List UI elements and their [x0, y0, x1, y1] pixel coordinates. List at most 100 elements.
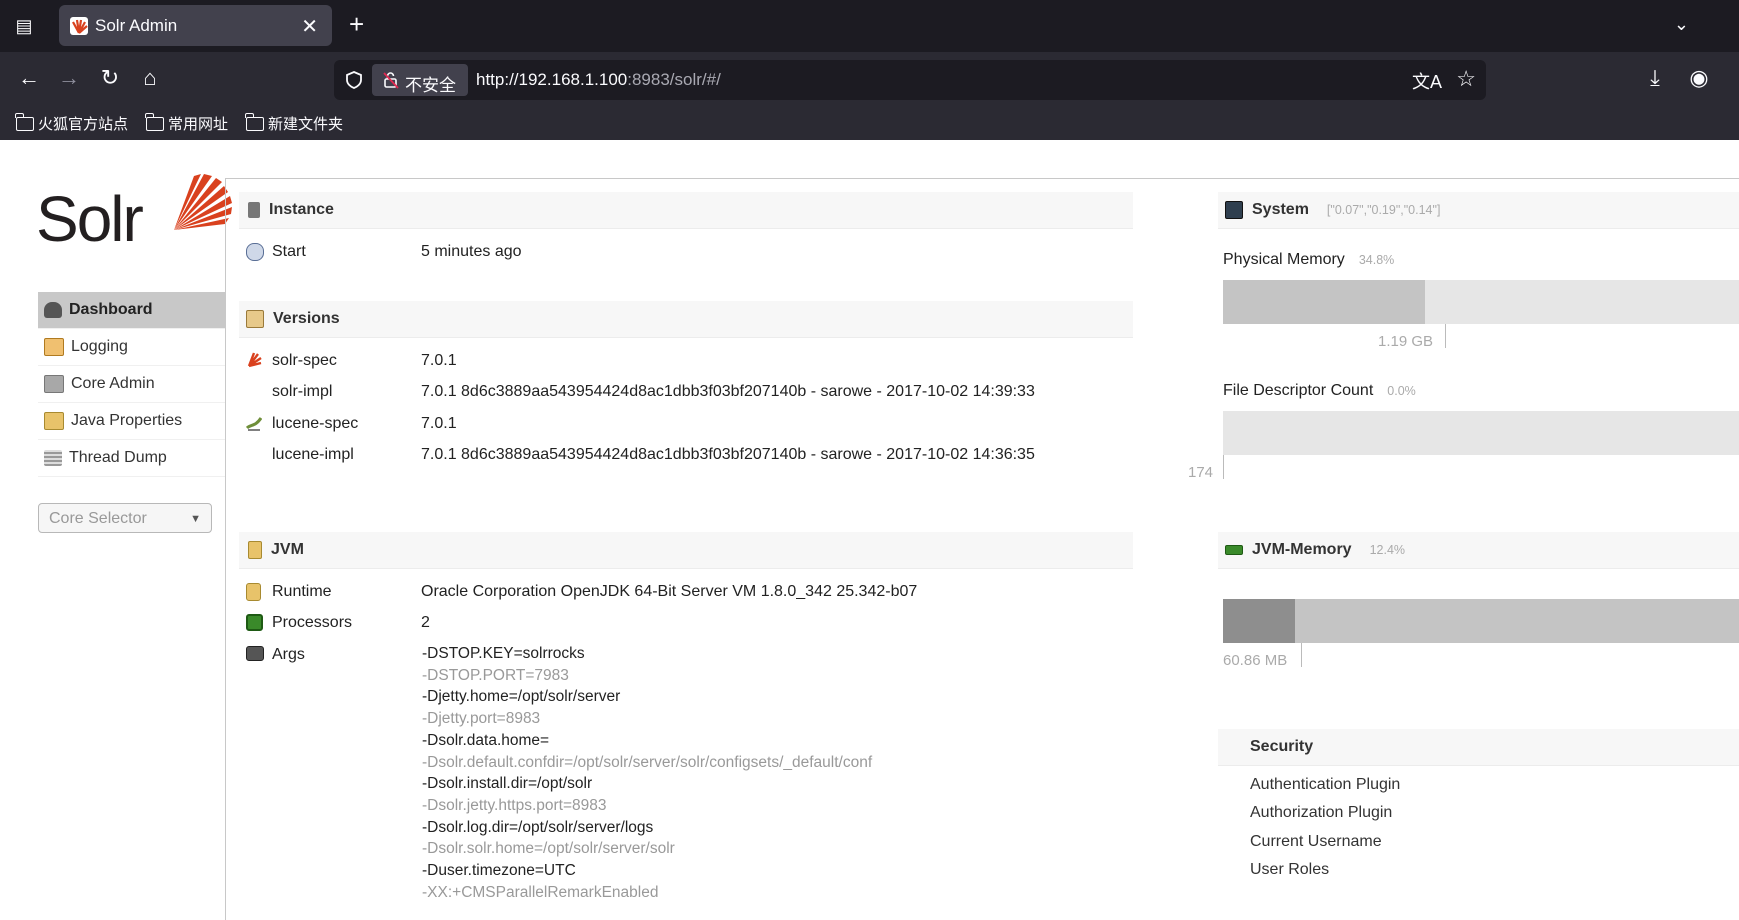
connection-not-secure-button[interactable]: 不安全 [372, 64, 468, 96]
jvm-arg: -Djetty.home=/opt/solr/server [422, 688, 621, 706]
reload-icon[interactable]: ↻ [97, 66, 123, 90]
dashboard-icon [44, 302, 62, 318]
version-value: 7.0.1 8d6c3889aa543954424d8ac1dbb3f03bf2… [421, 446, 1035, 463]
system-monitor-icon [1225, 201, 1243, 219]
jvm-arg: -Dsolr.default.confdir=/opt/solr/server/… [422, 753, 873, 771]
menu-item-logging[interactable]: Logging [38, 329, 226, 366]
section-title: JVM-Memory [1252, 541, 1352, 558]
menu-item-label: Java Properties [71, 412, 183, 429]
physical-memory-bar [1223, 280, 1739, 324]
versions-section-header: Versions [239, 301, 1133, 338]
jvm-arg: -Dsolr.log.dir=/opt/solr/server/logs [422, 818, 654, 836]
menu-item-core-admin[interactable]: Core Admin [38, 366, 226, 403]
menu-item-dashboard[interactable]: Dashboard [38, 292, 226, 329]
close-tab-icon[interactable]: ✕ [301, 14, 318, 39]
forward-icon[interactable]: → [56, 66, 82, 90]
java-properties-icon [44, 412, 64, 430]
runtime-value: Oracle Corporation OpenJDK 64-Bit Server… [421, 583, 918, 600]
folder-icon [245, 112, 264, 131]
menu-item-thread-dump[interactable]: Thread Dump [38, 440, 226, 477]
jvm-arg: -Dsolr.data.home= [422, 731, 550, 749]
version-key: solr-spec [272, 352, 337, 369]
home-icon[interactable]: ⌂ [137, 66, 163, 90]
folder-icon [15, 112, 34, 131]
jvm-arg: -Dsolr.install.dir=/opt/solr [422, 775, 593, 793]
jvm-memory-percent: 12.4% [1369, 543, 1406, 557]
versions-icon [246, 310, 264, 328]
bookmark-folder-common[interactable]: 常用网址 [145, 112, 229, 134]
security-item: User Roles [1250, 861, 1330, 878]
args-label: Args [272, 646, 305, 663]
url-text[interactable]: http://192.168.1.100:8983/solr/#/ [476, 70, 721, 90]
bookmark-label: 火狐官方站点 [38, 116, 129, 133]
firefox-view-icon[interactable]: ▤ [14, 16, 34, 36]
version-value: 7.0.1 [421, 415, 457, 432]
menu-item-label: Dashboard [69, 301, 153, 318]
new-tab-button[interactable]: + [349, 11, 364, 37]
core-selector-dropdown[interactable]: Core Selector ▼ [38, 503, 212, 533]
system-section-header: System ["0.07","0.19","0.14"] [1218, 192, 1739, 229]
address-bar[interactable]: 不安全 http://192.168.1.100:8983/solr/#/ 文A… [334, 60, 1486, 100]
section-title: System [1252, 201, 1309, 218]
gauge-tick [1445, 324, 1446, 348]
jvm-memory-bar [1223, 599, 1739, 643]
navigation-bar: ← → ↻ ⌂ 不安全 http://192.168.1.100:8983/so… [0, 52, 1739, 108]
memory-module-icon [1225, 545, 1243, 555]
runtime-icon [246, 583, 261, 601]
not-secure-label: 不安全 [405, 76, 456, 95]
version-value: 7.0.1 8d6c3889aa543954424d8ac1dbb3f03bf2… [421, 383, 1035, 400]
jvm-arg: -Dsolr.jetty.https.port=8983 [422, 796, 607, 814]
jvm-memory-section-header: JVM-Memory 12.4% [1218, 532, 1739, 569]
version-key: lucene-spec [272, 415, 359, 432]
thread-dump-icon [44, 450, 62, 466]
security-item: Authentication Plugin [1250, 776, 1401, 793]
gauge-percent: 34.8% [1358, 253, 1395, 267]
jvm-arg: -XX:+CMSParallelRemarkEnabled [422, 883, 659, 901]
jvm-arg: -Dsolr.solr.home=/opt/solr/server/solr [422, 840, 675, 858]
tracking-protection-shield-icon[interactable] [344, 70, 364, 90]
downloads-icon[interactable]: ⤓ [1642, 66, 1668, 90]
solr-spec-icon [246, 352, 262, 368]
jvm-memory-value: 60.86 MB [1223, 652, 1288, 669]
solr-admin-page: Solr Dashboard Logging Core Admin Java P… [0, 140, 1739, 920]
file-descriptor-value: 174 [1188, 464, 1214, 481]
chevron-down-icon: ▼ [190, 513, 201, 525]
menu-item-java-properties[interactable]: Java Properties [38, 403, 226, 440]
bookmark-star-icon[interactable]: ☆ [1456, 66, 1476, 92]
section-title: Versions [273, 310, 340, 327]
tab-title: Solr Admin [95, 16, 178, 35]
solr-sunburst-icon [174, 174, 232, 230]
section-title: Security [1250, 738, 1314, 755]
runtime-label: Runtime [272, 583, 332, 600]
jvm-args-list: -DSTOP.KEY=solrrocks -DSTOP.PORT=7983 -D… [422, 643, 872, 903]
bookmarks-toolbar: 火狐官方站点 常用网址 新建文件夹 [0, 108, 1739, 140]
instance-section-header: Instance [239, 192, 1133, 229]
browser-tab[interactable]: Solr Admin ✕ [59, 5, 332, 46]
physical-memory-label: Physical Memory 34.8% [1223, 251, 1394, 269]
physical-memory-bar-fill [1223, 280, 1425, 324]
menu-item-label: Thread Dump [69, 449, 167, 466]
section-title: JVM [271, 541, 304, 558]
list-all-tabs-icon[interactable]: ⌄ [1674, 14, 1689, 35]
start-label: Start [272, 243, 306, 260]
bookmark-folder-new[interactable]: 新建文件夹 [245, 112, 343, 134]
menu-item-label: Core Admin [71, 375, 155, 392]
bookmark-label: 常用网址 [168, 116, 229, 133]
version-key: lucene-impl [272, 446, 354, 463]
back-icon[interactable]: ← [16, 66, 42, 90]
instance-icon [248, 202, 260, 218]
url-path: :8983/solr/#/ [627, 70, 721, 89]
gauge-tick [1223, 455, 1224, 479]
account-icon[interactable]: ◉ [1686, 66, 1712, 90]
system-load-average: ["0.07","0.19","0.14"] [1326, 203, 1441, 217]
gauge-tick [1301, 643, 1302, 667]
terminal-icon [246, 646, 264, 661]
solr-wordmark: Solr [36, 183, 144, 255]
translate-icon[interactable]: 文A [1412, 68, 1442, 94]
jvm-section-header: JVM [239, 532, 1133, 569]
bookmark-folder-firefox[interactable]: 火狐官方站点 [15, 112, 129, 134]
jvm-icon [248, 541, 262, 559]
logging-icon [44, 338, 64, 356]
jvm-arg: -DSTOP.KEY=solrrocks [422, 645, 585, 662]
jvm-arg: -Djetty.port=8983 [422, 710, 541, 728]
